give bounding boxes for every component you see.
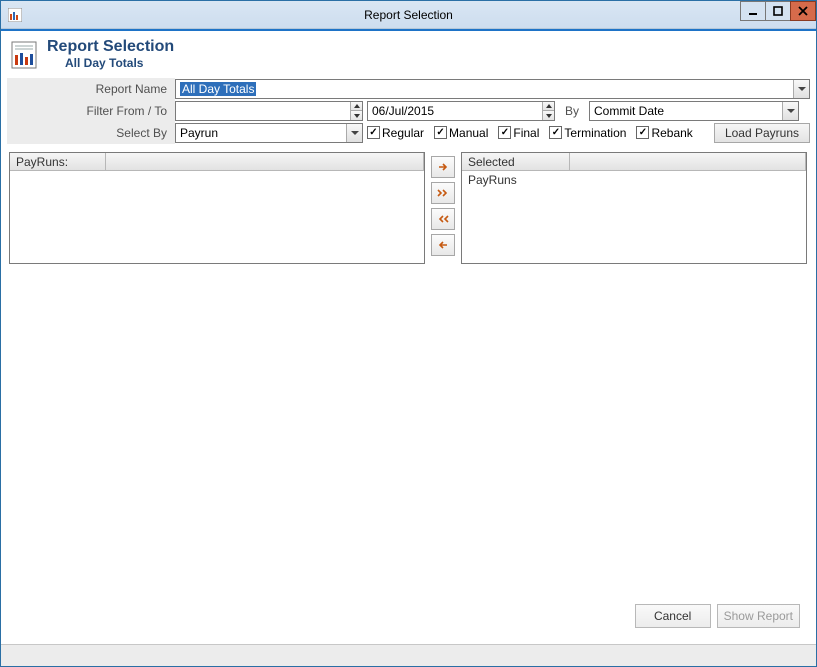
checkbox-rebank-label: Rebank (651, 126, 692, 140)
window-controls (741, 1, 816, 21)
check-icon: ✓ (549, 126, 562, 139)
selected-payruns-header: Selected PayRuns (462, 153, 806, 171)
move-all-left-button[interactable] (431, 208, 455, 230)
check-icon: ✓ (636, 126, 649, 139)
double-arrow-right-icon (437, 187, 449, 199)
page-subtitle: All Day Totals (47, 55, 174, 72)
double-arrow-left-icon (437, 213, 449, 225)
move-right-button[interactable] (431, 156, 455, 178)
chevron-down-icon[interactable] (782, 102, 798, 120)
transfer-buttons (431, 152, 455, 264)
footer-buttons: Cancel Show Report (635, 604, 800, 628)
checkbox-termination[interactable]: ✓ Termination (549, 126, 632, 140)
check-icon: ✓ (498, 126, 511, 139)
row-report-name: Report Name All Day Totals (7, 78, 810, 100)
status-bar (1, 644, 816, 666)
payruns-header-col2[interactable] (106, 153, 424, 170)
move-all-right-button[interactable] (431, 182, 455, 204)
arrow-right-icon (437, 161, 449, 173)
payruns-list-header: PayRuns: (10, 153, 424, 171)
date-from-spinner[interactable] (350, 102, 362, 120)
form: Report Name All Day Totals Filter From /… (7, 78, 810, 144)
report-selection-window: Report Selection (0, 0, 817, 667)
label-select-by: Select By (7, 122, 175, 144)
header-titles: Report Selection All Day Totals (47, 39, 174, 72)
cancel-button[interactable]: Cancel (635, 604, 711, 628)
selected-payruns-list[interactable]: Selected PayRuns (461, 152, 807, 264)
report-icon (11, 41, 37, 69)
select-by-value: Payrun (176, 124, 346, 142)
chevron-down-icon[interactable] (346, 124, 362, 142)
checkbox-final-label: Final (513, 126, 539, 140)
by-value: Commit Date (590, 102, 782, 120)
checkbox-regular-label: Regular (382, 126, 424, 140)
titlebar: Report Selection (1, 1, 816, 29)
select-by-combo[interactable]: Payrun (175, 123, 363, 143)
payruns-list[interactable]: PayRuns: (9, 152, 425, 264)
report-name-value: All Day Totals (180, 82, 256, 96)
move-left-button[interactable] (431, 234, 455, 256)
label-by: By (559, 104, 585, 118)
spin-up-icon[interactable] (542, 102, 554, 112)
label-report-name: Report Name (7, 78, 175, 100)
payruns-header-col1[interactable]: PayRuns: (10, 153, 106, 170)
date-to-value: 06/Jul/2015 (368, 104, 542, 118)
selected-payruns-header-spacer (570, 153, 806, 170)
spin-up-icon[interactable] (350, 102, 362, 112)
arrow-left-icon (437, 239, 449, 251)
load-payruns-button[interactable]: Load Payruns (714, 123, 810, 143)
lists-area: PayRuns: Select (7, 152, 810, 264)
checkbox-termination-label: Termination (564, 126, 626, 140)
report-name-combo[interactable]: All Day Totals (175, 79, 810, 99)
chevron-down-icon[interactable] (793, 80, 809, 98)
check-icon: ✓ (434, 126, 447, 139)
date-to-input[interactable]: 06/Jul/2015 (367, 101, 555, 121)
checkbox-rebank[interactable]: ✓ Rebank (636, 126, 698, 140)
page-title: Report Selection (47, 39, 174, 55)
page-header: Report Selection All Day Totals (7, 37, 810, 78)
date-from-input[interactable] (175, 101, 363, 121)
checkbox-regular[interactable]: ✓ Regular (367, 126, 430, 140)
checkbox-manual-label: Manual (449, 126, 488, 140)
date-to-spinner[interactable] (542, 102, 554, 120)
by-combo[interactable]: Commit Date (589, 101, 799, 121)
close-button[interactable] (790, 1, 816, 21)
label-filter: Filter From / To (7, 100, 175, 122)
row-filter: Filter From / To 06/Jul/2015 (7, 100, 810, 122)
content-area: Report Selection All Day Totals Report N… (1, 31, 816, 644)
window-title: Report Selection (1, 8, 816, 22)
maximize-button[interactable] (765, 1, 791, 21)
minimize-button[interactable] (740, 1, 766, 21)
spin-down-icon[interactable] (542, 111, 554, 120)
check-icon: ✓ (367, 126, 380, 139)
show-report-button: Show Report (717, 604, 800, 628)
checkbox-final[interactable]: ✓ Final (498, 126, 545, 140)
checkbox-manual[interactable]: ✓ Manual (434, 126, 494, 140)
selected-payruns-header-col[interactable]: Selected PayRuns (462, 153, 570, 170)
spin-down-icon[interactable] (350, 111, 362, 120)
row-select-by: Select By Payrun ✓ Regular ✓ Manua (7, 122, 810, 144)
